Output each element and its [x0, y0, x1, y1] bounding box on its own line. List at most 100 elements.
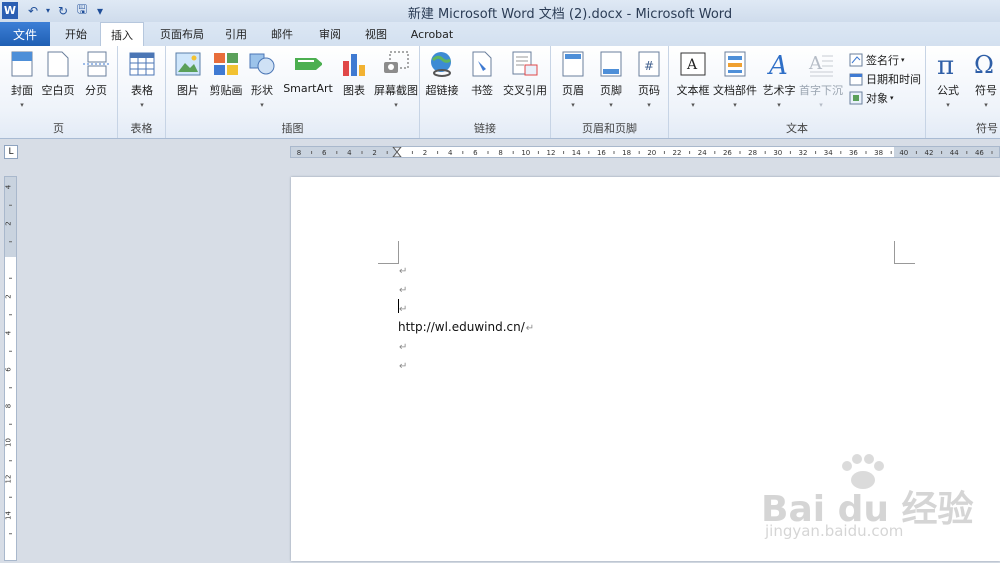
object-button[interactable]: 对象 ▾	[849, 89, 894, 107]
tab-page-layout[interactable]: 页面布局	[150, 22, 214, 46]
ribbon-tab-row: 文件 开始 插入 页面布局 引用 邮件 审阅 视图 Acrobat	[0, 22, 1000, 47]
vertical-ruler[interactable]: 4 2 2 4 6 8 10 12 14	[4, 176, 17, 561]
cover-page-button[interactable]: 封面 ▾	[2, 50, 42, 110]
tab-acrobat[interactable]: Acrobat	[404, 22, 460, 46]
hruler-tick-label: 4	[347, 149, 352, 157]
shapes-button[interactable]: 形状 ▾	[242, 50, 282, 110]
hruler-tick-label: 28	[748, 149, 757, 157]
document-line[interactable]: ↵	[398, 301, 407, 315]
tab-references[interactable]: 引用	[216, 22, 256, 46]
ribbon-insert: 封面 ▾ 空白页 分页 页 表格 ▾ 表格 图片 剪贴画 形状 ▾ SmartA…	[0, 46, 1000, 139]
smartart-icon	[294, 50, 322, 78]
shapes-icon	[248, 50, 276, 78]
smartart-button[interactable]: SmartArt	[283, 50, 333, 110]
hruler-tick-label: 8	[297, 149, 301, 157]
drop-cap-button[interactable]: A 首字下沉 ▾	[799, 50, 843, 110]
document-line[interactable]: ↵	[398, 358, 407, 372]
horizontal-ruler[interactable]: 8 6 4 2 2 4 6 8 10 12 14 16 18 20 22 24 26 28 30 32 34 36 38 40…	[290, 146, 1000, 158]
vruler-tick-label: 4	[5, 184, 13, 189]
paragraph-mark: ↵	[399, 342, 408, 353]
svg-text:Ω: Ω	[974, 51, 994, 77]
vruler-tick-label: 8	[5, 404, 13, 408]
hruler-tick-label: 4	[448, 149, 453, 157]
document-line-text: http://wl.eduwind.cn/	[398, 320, 525, 334]
group-header-footer: 页眉 ▾ 页脚 ▾ # 页码 ▾ 页眉和页脚	[551, 46, 669, 138]
document-line[interactable]: ↵	[398, 339, 407, 353]
tab-review[interactable]: 审阅	[310, 22, 350, 46]
group-symbols: π 公式 ▾ Ω 符号 ▾ 符号	[926, 46, 1000, 138]
group-label-text: 文本	[786, 122, 808, 135]
document-page[interactable]: ↵ ↵ ↵ http://wl.eduwind.cn/↵ ↵ ↵ Bai du 经验 ji…	[291, 177, 1000, 561]
tab-selector-button[interactable]: L	[4, 145, 18, 159]
vruler-tick-label: 4	[5, 330, 13, 335]
group-label-header-footer: 页眉和页脚	[582, 122, 637, 135]
table-button[interactable]: 表格 ▾	[122, 50, 162, 110]
tab-insert[interactable]: 插入	[100, 22, 144, 46]
hruler-tick-label: 34	[824, 149, 833, 157]
vruler-tick-label: 2	[5, 294, 13, 298]
vruler-tick-label: 6	[5, 367, 13, 372]
equation-icon: π	[934, 50, 962, 78]
group-illustrations: 图片 剪贴画 形状 ▾ SmartArt 图表 屏幕截图 ▾ 插图	[166, 46, 420, 138]
text-box-button[interactable]: A 文本框 ▾	[673, 50, 713, 110]
paragraph-mark: ↵	[525, 323, 535, 334]
tab-file[interactable]: 文件	[0, 22, 50, 46]
quick-parts-icon	[721, 50, 749, 78]
baidu-watermark: Bai du 经验 jingyan.baidu.com	[761, 452, 974, 542]
vruler-tick-label: 10	[5, 438, 13, 447]
title-bar: W ↶ ▾ ↻ 🖫 ▾ 新建 Microsoft Word 文档 (2).doc…	[0, 0, 1000, 22]
date-time-button[interactable]: 日期和时间	[849, 70, 921, 88]
document-line[interactable]: http://wl.eduwind.cn/↵	[398, 320, 534, 334]
group-label-illustrations: 插图	[281, 122, 304, 135]
group-label-links: 链接	[474, 122, 496, 135]
svg-text:A: A	[808, 53, 823, 74]
cross-reference-icon	[511, 50, 539, 78]
hruler-tick-label: 42	[925, 149, 934, 157]
hruler-tick-label: 6	[322, 149, 327, 157]
document-line[interactable]: ↵	[398, 263, 407, 277]
hruler-tick-label: 26	[723, 149, 732, 157]
hruler-tick-label: 44	[950, 149, 959, 157]
group-tables: 表格 ▾ 表格	[118, 46, 166, 138]
page-break-icon	[82, 50, 110, 78]
vruler-tick-label: 12	[5, 475, 13, 484]
cross-reference-button[interactable]: 交叉引用	[502, 50, 548, 110]
wordart-button[interactable]: A 艺术字 ▾	[759, 50, 799, 110]
page-break-button[interactable]: 分页	[76, 50, 116, 110]
tab-home[interactable]: 开始	[54, 22, 98, 46]
document-line[interactable]: ↵	[398, 282, 407, 296]
equation-button[interactable]: π 公式 ▾	[928, 50, 968, 110]
symbol-button[interactable]: Ω 符号 ▾	[966, 50, 1000, 110]
hyperlink-icon	[428, 50, 456, 78]
hruler-tick-label: 30	[773, 149, 782, 157]
bookmark-icon	[468, 50, 496, 78]
svg-text:#: #	[644, 59, 654, 73]
hruler-tick-label: 12	[547, 149, 556, 157]
tab-view[interactable]: 视图	[356, 22, 396, 46]
bookmark-button[interactable]: 书签	[462, 50, 502, 110]
signature-line-icon	[849, 53, 863, 67]
blank-page-button[interactable]: 空白页	[38, 50, 78, 110]
wordart-icon: A	[765, 50, 793, 78]
hyperlink-button[interactable]: 超链接	[422, 50, 462, 110]
margin-corner-right	[894, 241, 915, 264]
screenshot-icon	[382, 50, 410, 78]
window-title: 新建 Microsoft Word 文档 (2).docx - Microsof…	[407, 7, 733, 22]
screenshot-button[interactable]: 屏幕截图 ▾	[372, 50, 420, 110]
group-pages: 封面 ▾ 空白页 分页 页	[0, 46, 118, 138]
picture-button[interactable]: 图片	[168, 50, 208, 110]
signature-line-button[interactable]: 签名行 ▾	[849, 51, 905, 69]
footer-button[interactable]: 页脚 ▾	[591, 50, 631, 110]
text-box-icon: A	[679, 50, 707, 78]
group-label-symbols: 符号	[976, 122, 998, 135]
watermark-url: jingyan.baidu.com	[765, 522, 904, 540]
hruler-tick-label: 38	[874, 149, 883, 157]
hruler-tick-label: 2	[372, 149, 376, 157]
chart-button[interactable]: 图表	[334, 50, 374, 110]
page-number-button[interactable]: # 页码 ▾	[629, 50, 669, 110]
clip-art-button[interactable]: 剪贴画	[206, 50, 246, 110]
quick-parts-button[interactable]: 文档部件 ▾	[713, 50, 757, 110]
svg-text:A: A	[767, 51, 788, 77]
tab-mailings[interactable]: 邮件	[262, 22, 302, 46]
header-button[interactable]: 页眉 ▾	[553, 50, 593, 110]
